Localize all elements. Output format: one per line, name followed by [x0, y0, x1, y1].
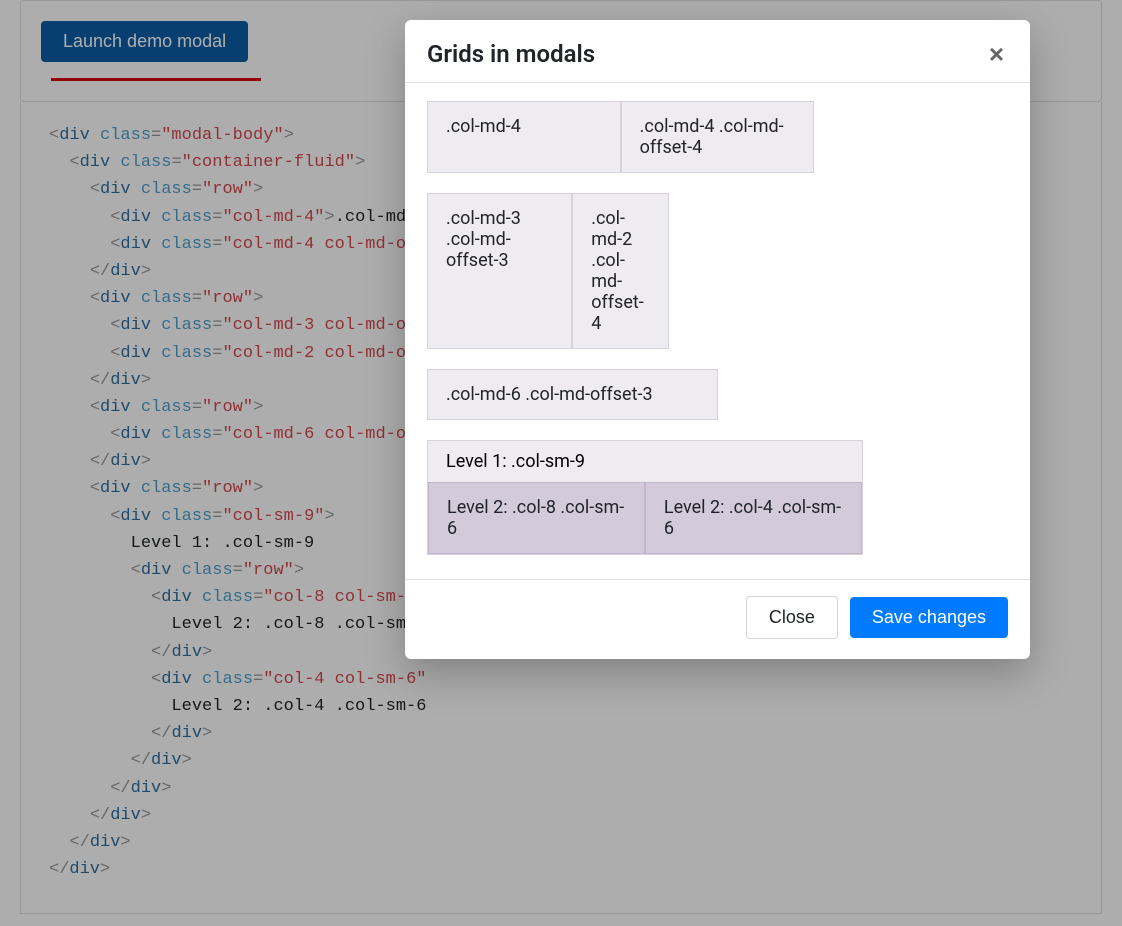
- grid-cell: Level 2: .col-4 .col-sm-6: [645, 482, 862, 554]
- grid-cell: Level 2: .col-8 .col-sm-6: [428, 482, 645, 554]
- grid-cell: .col-md-3 .col-md-offset-3: [427, 193, 572, 349]
- modal-body: .col-md-4 .col-md-4 .col-md-offset-4 .co…: [405, 83, 1030, 579]
- save-changes-button[interactable]: Save changes: [850, 597, 1008, 638]
- grid-cell: .col-md-4 .col-md-offset-4: [621, 101, 815, 173]
- nested-grid: Level 1: .col-sm-9 Level 2: .col-8 .col-…: [427, 440, 863, 555]
- modal-dialog: Grids in modals × .col-md-4 .col-md-4 .c…: [405, 20, 1030, 659]
- grid-cell: .col-md-4: [427, 101, 621, 173]
- nested-grid-header: Level 1: .col-sm-9: [428, 441, 862, 482]
- modal-footer: Close Save changes: [405, 579, 1030, 659]
- grid-row-2: .col-md-3 .col-md-offset-3 .col-md-2 .co…: [427, 193, 1008, 349]
- grid-cell: .col-md-6 .col-md-offset-3: [427, 369, 718, 420]
- modal-title: Grids in modals: [427, 40, 595, 68]
- close-icon[interactable]: ×: [985, 41, 1008, 67]
- grid-row-3: .col-md-6 .col-md-offset-3: [427, 369, 1008, 420]
- modal-header: Grids in modals ×: [405, 20, 1030, 83]
- close-button[interactable]: Close: [746, 596, 838, 639]
- grid-row-1: .col-md-4 .col-md-4 .col-md-offset-4: [427, 101, 1008, 173]
- grid-row-4: Level 1: .col-sm-9 Level 2: .col-8 .col-…: [427, 440, 1008, 555]
- grid-cell: .col-md-2 .col-md-offset-4: [572, 193, 669, 349]
